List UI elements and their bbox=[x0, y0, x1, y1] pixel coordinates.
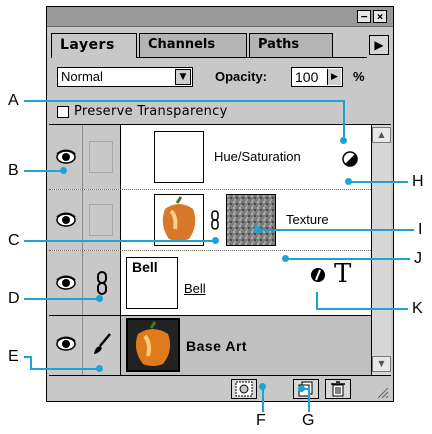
eye-icon[interactable] bbox=[55, 212, 77, 228]
eye-icon[interactable] bbox=[55, 149, 77, 165]
opacity-label: Opacity: bbox=[215, 69, 268, 84]
callout-line bbox=[288, 258, 410, 260]
link-column bbox=[83, 251, 121, 315]
callout-line bbox=[350, 181, 408, 183]
minimize-button[interactable]: − bbox=[357, 10, 371, 23]
delete-layer-button[interactable] bbox=[325, 379, 351, 399]
blend-mode-value: Normal bbox=[61, 69, 103, 84]
eye-icon[interactable] bbox=[55, 336, 77, 352]
callout-label: G bbox=[302, 412, 315, 429]
callout-dot bbox=[96, 365, 103, 372]
callout-line bbox=[24, 298, 100, 300]
callout-label: C bbox=[8, 232, 20, 249]
chevron-down-icon[interactable]: ▼ bbox=[175, 69, 191, 85]
callout-line bbox=[316, 308, 408, 310]
blend-mode-select[interactable]: Normal ▼ bbox=[57, 67, 193, 87]
opacity-unit: % bbox=[353, 69, 365, 84]
layer-content[interactable]: Bell Bell T bbox=[122, 251, 372, 315]
layers-palette: − × Layers Channels Paths ▶ Normal ▼ Opa… bbox=[46, 6, 394, 402]
chain-link-icon bbox=[211, 210, 219, 230]
layer-effects-icon bbox=[311, 268, 325, 282]
callout-label: D bbox=[8, 290, 20, 307]
layer-name: Hue/Saturation bbox=[214, 149, 301, 164]
layer-name: Base Art bbox=[186, 338, 248, 354]
callout-label: K bbox=[412, 300, 423, 317]
preserve-transparency-checkbox[interactable] bbox=[57, 106, 69, 118]
layer-row-bell[interactable]: Bell Bell T bbox=[49, 251, 391, 315]
link-slot-empty[interactable] bbox=[89, 141, 113, 173]
callout-line bbox=[24, 240, 216, 242]
callout-line bbox=[24, 100, 344, 102]
resize-grip-icon[interactable] bbox=[377, 387, 389, 399]
palette-menu-arrow-icon[interactable]: ▶ bbox=[369, 35, 389, 55]
callout-dot bbox=[212, 237, 219, 244]
visibility-column bbox=[49, 251, 83, 315]
callout-line bbox=[343, 100, 345, 140]
callout-label: H bbox=[412, 173, 424, 190]
opacity-input[interactable]: 100 ▶ bbox=[291, 67, 343, 87]
add-layer-mask-button[interactable] bbox=[231, 379, 257, 399]
visibility-column bbox=[49, 316, 83, 375]
callout-label: B bbox=[8, 162, 19, 179]
layer-row-hue-saturation[interactable]: Hue/Saturation bbox=[49, 125, 391, 189]
layers-list: Hue/Saturation Texture Bell Bell T Base … bbox=[49, 124, 391, 375]
callout-line bbox=[308, 388, 310, 412]
layer-content[interactable]: Hue/Saturation bbox=[122, 125, 372, 189]
callout-label: A bbox=[8, 92, 19, 109]
paintbrush-icon[interactable] bbox=[91, 332, 113, 356]
trash-icon bbox=[331, 381, 345, 397]
opacity-value: 100 bbox=[295, 69, 319, 85]
callout-label: F bbox=[256, 412, 266, 429]
preserve-transparency-label: Preserve Transparency bbox=[74, 104, 228, 119]
layers-scrollbar[interactable]: ▲ ▼ bbox=[371, 125, 391, 375]
palette-bottom-bar bbox=[49, 375, 391, 401]
tab-channels[interactable]: Channels bbox=[139, 33, 247, 57]
pepper-thumbnail bbox=[126, 318, 180, 372]
layer-mask-icon bbox=[235, 381, 253, 397]
pepper-thumbnail bbox=[154, 194, 204, 246]
visibility-column bbox=[49, 125, 83, 189]
link-slot-empty[interactable] bbox=[89, 204, 113, 236]
opacity-slider-arrow-icon[interactable]: ▶ bbox=[327, 69, 341, 85]
tab-paths[interactable]: Paths bbox=[249, 33, 333, 57]
callout-dot bbox=[340, 137, 347, 144]
layer-name: Bell bbox=[184, 281, 206, 296]
close-button[interactable]: × bbox=[373, 10, 387, 23]
link-column bbox=[83, 125, 121, 189]
scroll-up-arrow-icon[interactable]: ▲ bbox=[372, 127, 391, 143]
texture-mask-thumbnail bbox=[226, 194, 276, 246]
callout-dot bbox=[298, 385, 305, 392]
layer-thumbnail-blank bbox=[154, 131, 204, 183]
adjustment-layer-icon bbox=[342, 151, 358, 167]
layer-content[interactable]: Base Art bbox=[122, 316, 372, 375]
type-layer-icon: T bbox=[334, 259, 352, 289]
callout-line bbox=[260, 229, 414, 231]
layer-name: Texture bbox=[286, 212, 329, 227]
callout-line bbox=[24, 170, 64, 172]
palette-titlebar[interactable]: − × bbox=[47, 7, 393, 27]
text-layer-thumbnail: Bell bbox=[126, 257, 178, 309]
callout-dot bbox=[96, 295, 103, 302]
tab-layers[interactable]: Layers bbox=[51, 33, 137, 58]
scroll-down-arrow-icon[interactable]: ▼ bbox=[372, 356, 391, 372]
callout-label: I bbox=[418, 221, 423, 238]
thumbnail-text: Bell bbox=[132, 259, 158, 275]
chain-link-icon[interactable] bbox=[95, 271, 109, 295]
tab-bar: Layers Channels Paths bbox=[51, 33, 389, 58]
callout-dot bbox=[60, 167, 67, 174]
callout-dot bbox=[259, 383, 266, 390]
eye-icon[interactable] bbox=[55, 275, 77, 291]
callout-line bbox=[30, 368, 100, 370]
callout-label: E bbox=[8, 348, 19, 365]
callout-label: J bbox=[414, 250, 422, 267]
